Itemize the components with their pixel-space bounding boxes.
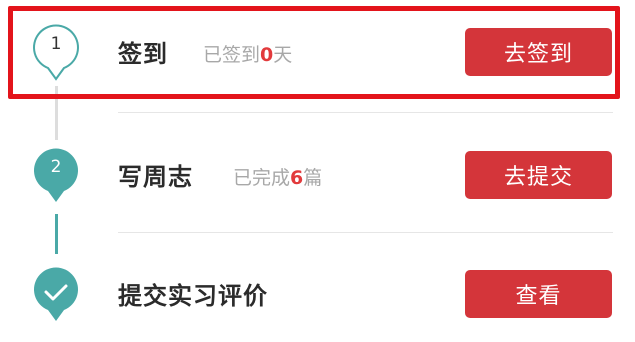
timeline-connector <box>55 214 58 254</box>
step-status: 已完成6篇 <box>233 163 322 190</box>
status-count: 6 <box>290 167 304 189</box>
step-evaluation: 提交实习评价 查看 <box>0 252 635 332</box>
view-button[interactable]: 查看 <box>465 270 612 318</box>
step-title: 提交实习评价 <box>118 282 268 310</box>
status-suffix: 篇 <box>303 167 323 189</box>
step-title: 写周志 <box>118 163 193 191</box>
step-marker: 2 <box>24 141 88 207</box>
check-icon <box>24 260 88 326</box>
highlight-box <box>8 6 620 99</box>
step-weekly-log: 2 写周志 已完成6篇 去提交 <box>0 133 635 213</box>
divider <box>118 112 613 113</box>
step-number: 2 <box>50 157 62 177</box>
submit-button[interactable]: 去提交 <box>465 151 612 199</box>
divider <box>118 232 613 233</box>
status-prefix: 已完成 <box>233 167 291 189</box>
